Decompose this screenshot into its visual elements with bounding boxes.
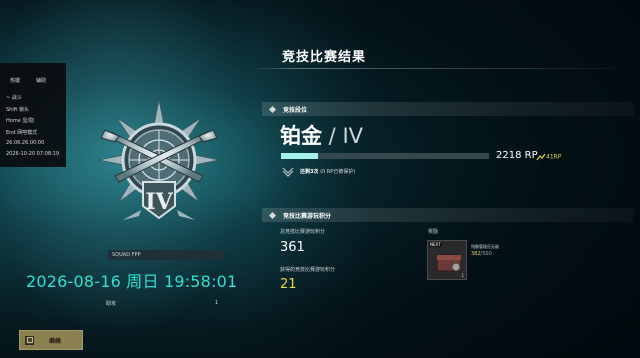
continue-button[interactable]: 继续 — [19, 330, 83, 350]
overlay-row: 2026-10-20 07:08:19 — [6, 150, 60, 157]
reward-progress-total: /500 — [480, 251, 492, 257]
overlay-row: Shift 锁头 — [6, 106, 29, 113]
title-divider — [258, 68, 638, 69]
rank-section-title: 竞技段位 — [283, 106, 308, 114]
rp-gain: 41RP — [536, 153, 561, 161]
assist-value: 1 — [214, 300, 218, 306]
overlay-row: 26.06.26.00.00 — [6, 140, 45, 146]
earned-score-value: 21 — [280, 277, 297, 292]
overlay-row: End 网吧模式 — [6, 129, 38, 136]
score-section-title: 竞技比赛游玩积分 — [283, 212, 332, 220]
tier-separator: / — [322, 124, 343, 148]
score-section-header: 竞技比赛游玩积分 — [262, 208, 634, 222]
rank-protection-icon — [282, 167, 294, 177]
total-score-label: 总竞技比赛游玩积分 — [280, 229, 326, 235]
reward-progress: 382/500 — [471, 251, 492, 257]
reward-name: 残骸管理员无敌 — [471, 244, 499, 249]
assist-label: 助攻 — [106, 301, 117, 307]
rank-emblem-icon: IV — [98, 99, 220, 220]
reward-progress-current: 382 — [471, 251, 481, 257]
rp-value: 2218 RP — [496, 150, 538, 161]
diamond-icon — [268, 211, 277, 219]
total-score-value: 361 — [280, 240, 305, 255]
tier-label: 铂金 — [280, 124, 322, 148]
overlay-tab-assist[interactable]: 辅助 — [36, 77, 46, 84]
key-hint-icon — [25, 335, 34, 345]
keyboard-key-icon — [26, 337, 33, 343]
page-title: 竞技比赛结果 — [282, 50, 367, 65]
diamond-icon — [268, 105, 277, 113]
overlay-tab-hotkeys[interactable]: 热键 — [10, 77, 20, 84]
rp-gain-value: 41RP — [546, 153, 562, 161]
reward-count: 1 — [461, 273, 464, 278]
rp-up-arrow-icon — [536, 153, 546, 161]
overlay-row: ~ 战斗 — [6, 95, 22, 101]
rp-progress-fill — [281, 153, 319, 159]
squad-mode-label: SQUAD FPP — [108, 250, 224, 260]
reward-item[interactable]: NEXT 1 — [427, 240, 467, 280]
clock-overlay: 2026-08-16 周日 19:58:01 — [26, 272, 238, 291]
protection-detail: (0 RP已被保护) — [320, 169, 356, 175]
rp-progress-bar — [281, 153, 489, 159]
rank-protection-text: 还剩3次 (0 RP已被保护) — [300, 168, 355, 175]
reward-label: 奖励 — [428, 229, 439, 235]
continue-label: 继续 — [49, 337, 62, 345]
assist-stat-row: 助攻 1 — [106, 300, 218, 307]
earned-score-label: 获得的竞技比赛游玩积分 — [280, 267, 336, 273]
tier-division: IV — [342, 124, 363, 148]
rank-section-header: 竞技段位 — [262, 102, 634, 116]
tier-name: 铂金 / IV — [280, 120, 363, 150]
svg-text:IV: IV — [145, 189, 173, 215]
overlay-panel: 热键 辅助 ~ 战斗 Shift 锁头 Home 显/隐 End 网吧模式 26… — [0, 63, 66, 167]
overlay-row: Home 显/隐 — [6, 118, 35, 124]
protection-count: 还剩3次 — [300, 169, 319, 175]
